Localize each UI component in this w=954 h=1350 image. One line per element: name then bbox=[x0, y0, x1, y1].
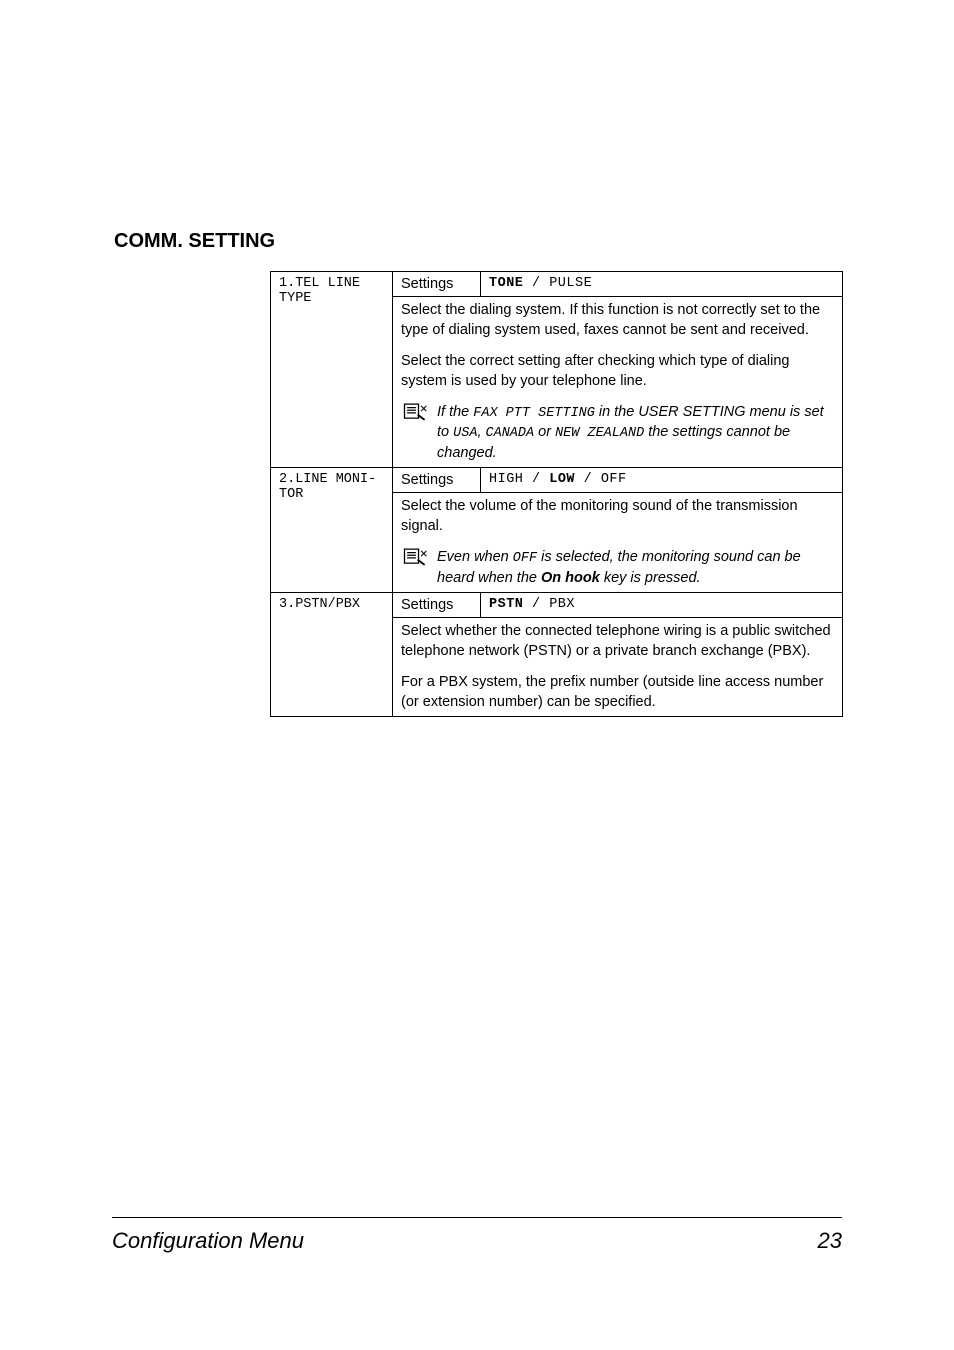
setting-name: 3.PSTN/PBX bbox=[271, 593, 393, 717]
footer-page-number: 23 bbox=[818, 1228, 842, 1254]
table-row: 1.TEL LINE TYPE Settings TONE / PULSE bbox=[271, 272, 843, 297]
note-icon bbox=[401, 401, 429, 423]
section-heading: COMM. SETTING bbox=[114, 230, 842, 253]
settings-label: Settings bbox=[393, 272, 481, 297]
setting-name: 1.TEL LINE TYPE bbox=[271, 272, 393, 468]
settings-table: 1.TEL LINE TYPE Settings TONE / PULSE Se… bbox=[270, 271, 843, 717]
setting-name: 2.LINE MONI-TOR bbox=[271, 468, 393, 593]
note-block: Even when OFF is selected, the monitorin… bbox=[401, 548, 834, 588]
settings-value: TONE / PULSE bbox=[481, 272, 843, 297]
note-block: If the FAX PTT SETTING in the USER SETTI… bbox=[401, 403, 834, 463]
settings-label: Settings bbox=[393, 468, 481, 493]
settings-value: HIGH / LOW / OFF bbox=[481, 468, 843, 493]
setting-description: Select whether the connected telephone w… bbox=[393, 618, 843, 717]
table-row: 3.PSTN/PBX Settings PSTN / PBX bbox=[271, 593, 843, 618]
setting-description: Select the dialing system. If this funct… bbox=[393, 297, 843, 468]
settings-value: PSTN / PBX bbox=[481, 593, 843, 618]
note-icon bbox=[401, 546, 429, 568]
setting-description: Select the volume of the monitoring soun… bbox=[393, 493, 843, 593]
settings-label: Settings bbox=[393, 593, 481, 618]
page-footer: Configuration Menu 23 bbox=[112, 1217, 842, 1254]
table-row: 2.LINE MONI-TOR Settings HIGH / LOW / OF… bbox=[271, 468, 843, 493]
footer-title: Configuration Menu bbox=[112, 1228, 304, 1254]
